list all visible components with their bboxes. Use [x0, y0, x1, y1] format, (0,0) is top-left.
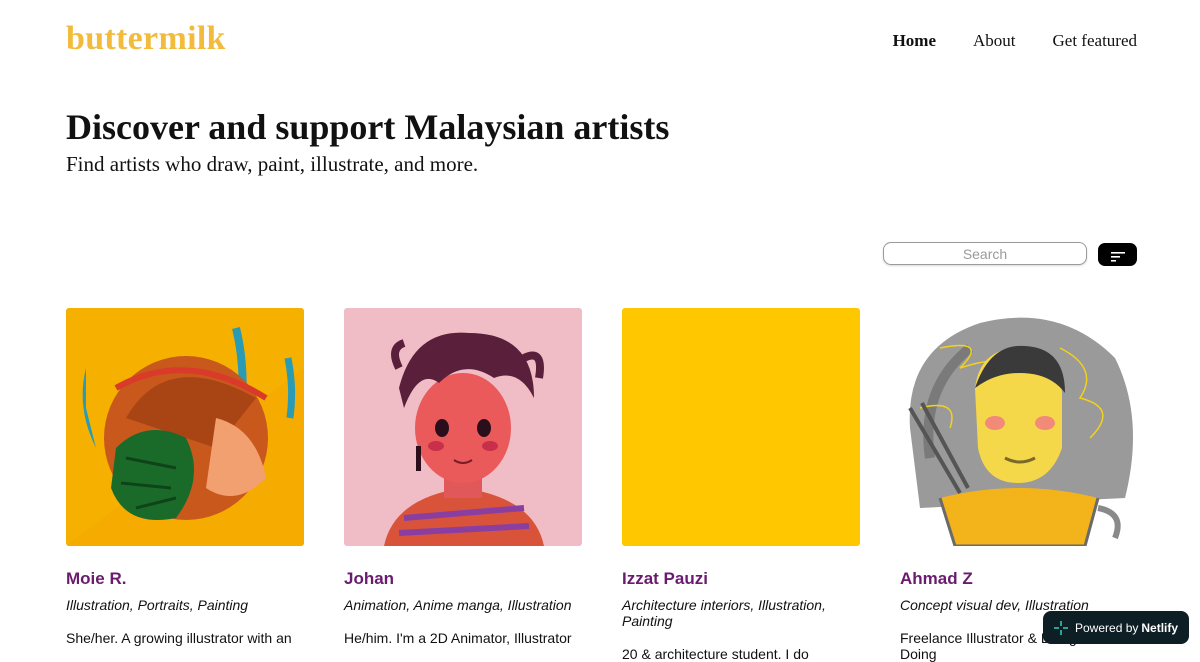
artist-name[interactable]: Moie R.	[66, 569, 304, 589]
main-nav: Home About Get featured	[893, 31, 1137, 51]
hero-section: Discover and support Malaysian artists F…	[66, 105, 669, 177]
artist-thumbnail[interactable]	[66, 308, 304, 546]
artist-card: Moie R. Illustration, Portraits, Paintin…	[66, 308, 304, 646]
sort-lines-icon	[1110, 252, 1125, 262]
artwork-image	[900, 308, 1138, 546]
artist-thumbnail[interactable]	[344, 308, 582, 546]
artist-thumbnail[interactable]	[900, 308, 1138, 546]
artist-name[interactable]: Izzat Pauzi	[622, 569, 860, 589]
artist-tags: Architecture interiors, Illustration, Pa…	[622, 597, 826, 629]
artist-bio: 20 & architecture student. I do	[622, 646, 809, 662]
netlify-icon	[1054, 620, 1068, 635]
nav-about[interactable]: About	[973, 31, 1016, 51]
artist-card: Johan Animation, Anime manga, Illustrati…	[344, 308, 582, 646]
artwork-image	[66, 308, 304, 546]
artist-tags: Animation, Anime manga, Illustration	[344, 597, 572, 613]
badge-prefix: Powered by	[1075, 620, 1139, 635]
artist-thumbnail[interactable]	[622, 308, 860, 546]
artist-name[interactable]: Ahmad Z	[900, 569, 1138, 589]
artist-bio: He/him. I'm a 2D Animator, Illustrator	[344, 630, 572, 646]
sort-button[interactable]	[1098, 243, 1137, 266]
page-title: Discover and support Malaysian artists	[66, 107, 670, 147]
site-header: buttermilk Home About Get featured	[0, 0, 1200, 80]
artist-card: Izzat Pauzi Architecture interiors, Illu…	[622, 308, 860, 662]
nav-home[interactable]: Home	[893, 31, 936, 51]
nav-get-featured[interactable]: Get featured	[1053, 31, 1137, 51]
artist-name[interactable]: Johan	[344, 569, 582, 589]
badge-brand: Netlify	[1141, 620, 1179, 635]
artist-card: Ahmad Z Concept visual dev, Illustration…	[900, 308, 1138, 662]
artwork-image	[344, 308, 582, 546]
artist-tags: Illustration, Portraits, Painting	[66, 597, 249, 613]
artist-bio: She/her. A growing illustrator with an	[66, 630, 292, 646]
page-subtitle: Find artists who draw, paint, illustrate…	[66, 152, 479, 176]
powered-by-netlify-badge[interactable]: Powered by Netlify	[1043, 611, 1189, 644]
search-input[interactable]	[883, 242, 1087, 265]
site-logo[interactable]: buttermilk	[66, 20, 226, 58]
